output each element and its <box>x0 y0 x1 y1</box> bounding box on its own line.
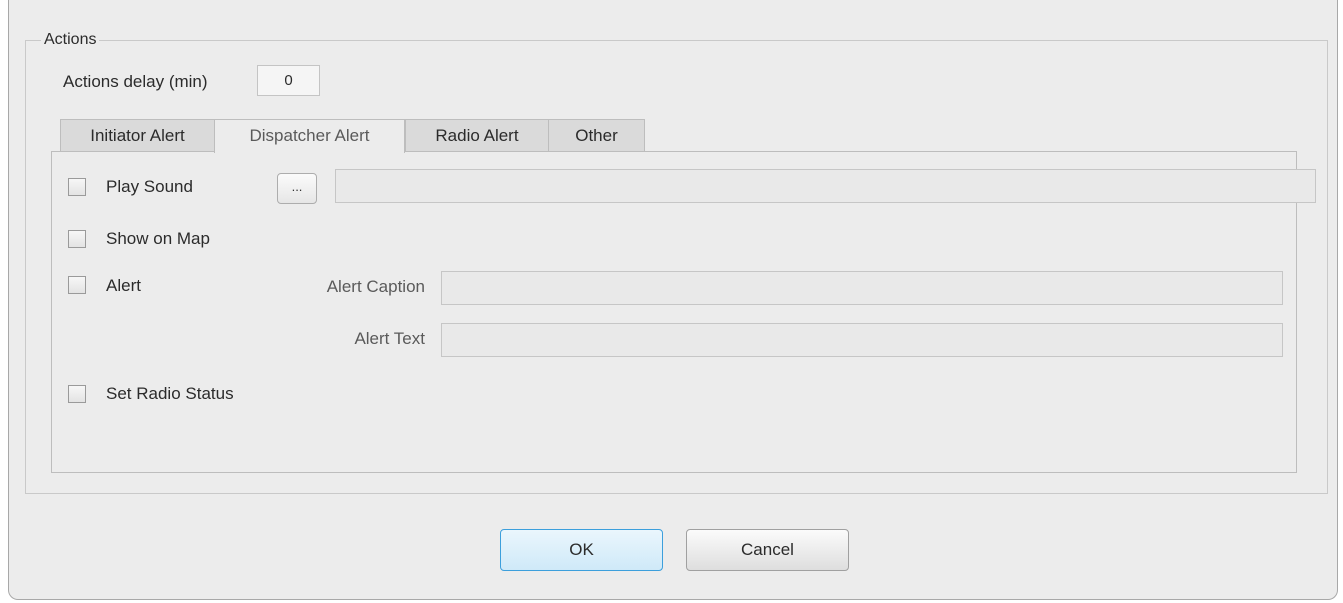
tab-dispatcher-alert[interactable]: Dispatcher Alert <box>214 119 405 153</box>
set-radio-status-checkbox[interactable] <box>68 385 86 403</box>
actions-delay-input[interactable]: 0 <box>257 65 320 96</box>
browse-sound-button[interactable]: ... <box>277 173 317 204</box>
ok-button[interactable]: OK <box>500 529 663 571</box>
alert-checkbox[interactable] <box>68 276 86 294</box>
alert-text-field[interactable] <box>441 323 1283 357</box>
tab-initiator-alert[interactable]: Initiator Alert <box>60 119 215 152</box>
set-radio-status-label: Set Radio Status <box>106 384 234 403</box>
actions-group-title: Actions <box>41 30 100 50</box>
tab-radio-alert[interactable]: Radio Alert <box>405 119 549 152</box>
rule-dialog: Actions Actions delay (min) 0 Initiator … <box>8 0 1338 600</box>
alert-label: Alert <box>106 276 141 295</box>
alert-text-label: Alert Text <box>354 329 425 348</box>
alert-caption-label: Alert Caption <box>326 277 425 296</box>
alert-caption-field[interactable] <box>441 271 1283 305</box>
cancel-button[interactable]: Cancel <box>686 529 849 571</box>
play-sound-label: Play Sound <box>106 177 193 196</box>
actions-delay-label: Actions delay (min) <box>63 72 208 91</box>
sound-path-field[interactable] <box>335 169 1316 203</box>
show-on-map-checkbox[interactable] <box>68 230 86 248</box>
show-on-map-label: Show on Map <box>106 229 210 248</box>
dispatcher-alert-panel: Play Sound ... Show on Map Alert Alert C… <box>51 151 1316 473</box>
play-sound-checkbox[interactable] <box>68 178 86 196</box>
tab-other[interactable]: Other <box>548 119 645 152</box>
